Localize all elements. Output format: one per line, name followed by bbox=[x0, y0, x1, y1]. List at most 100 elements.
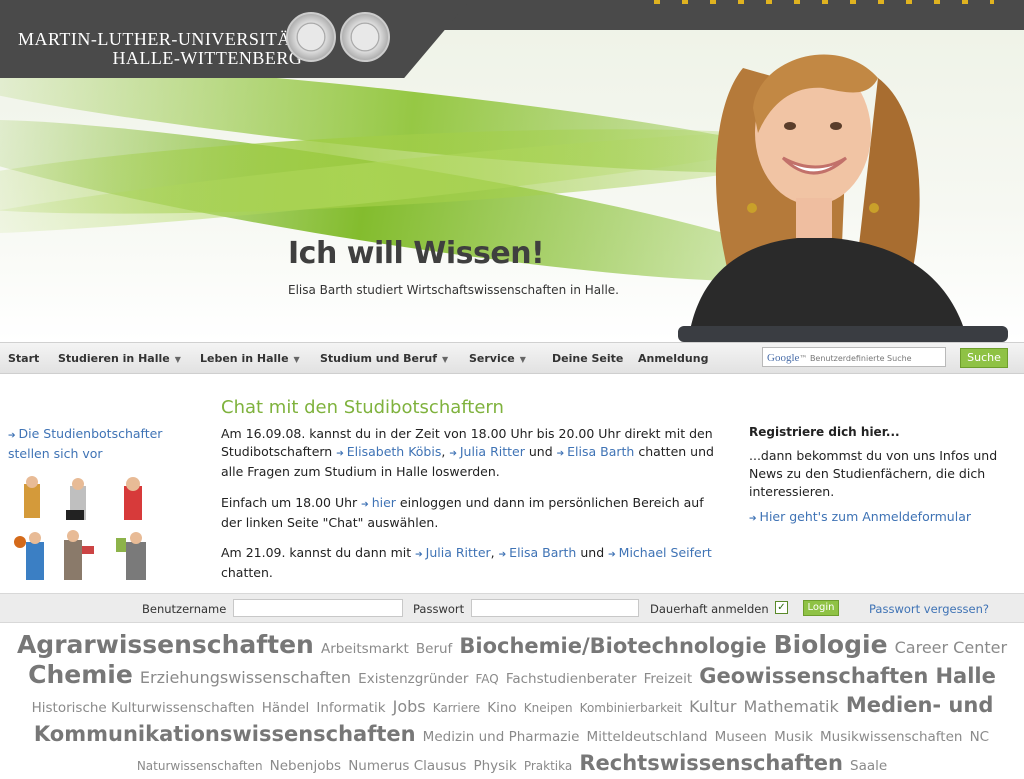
google-logo: Google bbox=[767, 352, 800, 364]
tag-link[interactable]: Historische Kulturwissenschaften bbox=[32, 700, 255, 716]
ambassador-figure bbox=[24, 476, 40, 518]
ambassador-figure bbox=[64, 530, 94, 580]
link-julia-ritter[interactable]: Julia Ritter bbox=[460, 444, 525, 459]
caret-down-icon: ▼ bbox=[519, 355, 526, 364]
search-placeholder: Benutzerdefinierte Suche bbox=[809, 354, 912, 363]
ambassadors-link[interactable]: ➔ Die Studienbotschafter stellen sich vor bbox=[8, 425, 198, 463]
ambassador-figure bbox=[66, 478, 86, 520]
search-button[interactable]: Suche bbox=[960, 348, 1008, 368]
ambassadors-photo-collage[interactable] bbox=[12, 476, 172, 586]
login-button[interactable]: Login bbox=[803, 600, 839, 616]
university-name-line1: MARTIN-LUTHER-UNIVERSITÄT bbox=[18, 29, 303, 49]
remember-checkbox[interactable]: ✓ bbox=[775, 601, 788, 614]
tag-link[interactable]: Rechtswissenschaften bbox=[579, 751, 843, 775]
register-text: ...dann bekommst du von uns Infos und Ne… bbox=[749, 448, 998, 499]
nav-item-start[interactable]: Start bbox=[8, 352, 39, 365]
tag-link[interactable]: Kultur bbox=[689, 697, 736, 716]
tag-link[interactable]: Saale bbox=[850, 758, 887, 774]
username-input[interactable] bbox=[233, 599, 403, 617]
chat-text: Am 21.09. kannst du dann mit bbox=[221, 545, 412, 560]
tag-link[interactable]: Mathematik bbox=[744, 697, 839, 716]
tag-link[interactable]: Biologie bbox=[774, 630, 888, 659]
arrow-right-icon: ➔ bbox=[498, 550, 507, 560]
tag-link[interactable]: Händel bbox=[262, 700, 310, 716]
university-logo-text[interactable]: MARTIN-LUTHER-UNIVERSITÄT HALLE-WITTENBE… bbox=[18, 30, 302, 68]
nav-item-studieren-in-halle[interactable]: Studieren in Halle ▼ bbox=[58, 352, 181, 365]
tag-link[interactable]: Musikwissenschaften bbox=[820, 729, 962, 745]
caret-down-icon: ▼ bbox=[174, 355, 181, 364]
tag-link[interactable]: Fachstudienberater bbox=[506, 671, 637, 687]
nav-item-anmeldung[interactable]: Anmeldung bbox=[638, 352, 708, 365]
tag-link[interactable]: Musik bbox=[774, 729, 813, 745]
caret-down-icon: ▼ bbox=[442, 355, 449, 364]
tag-link[interactable]: Physik bbox=[473, 758, 516, 774]
arrow-right-icon: ➔ bbox=[336, 449, 344, 459]
arrow-right-icon: ➔ bbox=[415, 550, 423, 560]
tag-link[interactable]: Biochemie/Biotechnologie bbox=[459, 634, 766, 658]
chat-paragraph-2: Einfach um 18.00 Uhr ➔ hier einloggen und… bbox=[221, 494, 726, 532]
tag-link[interactable]: Existenzgründer bbox=[358, 671, 468, 687]
link-michael-seifert[interactable]: Michael Seifert bbox=[619, 545, 712, 560]
tag-link[interactable]: Praktika bbox=[524, 759, 572, 773]
tag-link[interactable]: Karriere bbox=[433, 701, 480, 715]
chat-paragraph-3: Am 21.09. kannst du dann mit ➔ Julia Ritt… bbox=[221, 544, 726, 582]
arrow-right-icon: ➔ bbox=[449, 449, 457, 459]
ambassador-figure bbox=[116, 532, 146, 580]
nav-item-studium-und-beruf[interactable]: Studium und Beruf ▼ bbox=[320, 352, 448, 365]
tag-link[interactable]: Naturwissenschaften bbox=[137, 759, 263, 773]
ambassador-figure bbox=[14, 532, 44, 580]
caret-down-icon: ▼ bbox=[293, 355, 300, 364]
tag-link[interactable]: Numerus Clausus bbox=[348, 758, 466, 774]
tag-link[interactable]: Medizin und Pharmazie bbox=[423, 729, 580, 745]
nav-label: Studieren in Halle bbox=[58, 352, 170, 365]
tag-link[interactable]: Kino bbox=[487, 700, 516, 716]
chat-text: und bbox=[528, 444, 553, 459]
nav-label: Anmeldung bbox=[638, 352, 709, 365]
chat-text: Einfach um 18.00 Uhr bbox=[221, 495, 358, 510]
remember-label: Dauerhaft anmelden bbox=[650, 602, 769, 616]
tag-link[interactable]: Museen bbox=[715, 729, 767, 745]
tag-link[interactable]: Kneipen bbox=[524, 701, 573, 715]
arrow-right-icon: ➔ bbox=[608, 550, 616, 560]
link-elisa-barth[interactable]: Elisa Barth bbox=[509, 545, 576, 560]
tag-link[interactable]: Informatik bbox=[316, 700, 385, 716]
tag-link[interactable]: Arbeitsmarkt bbox=[321, 641, 409, 657]
nav-label: Deine Seite bbox=[552, 352, 624, 365]
tag-link[interactable]: Nebenjobs bbox=[270, 758, 341, 774]
tag-link[interactable]: Beruf bbox=[416, 641, 452, 657]
tag-link[interactable]: Chemie bbox=[28, 660, 133, 689]
ambassadors-link-text: Die Studienbotschafter stellen sich vor bbox=[8, 426, 163, 461]
link-julia-ritter[interactable]: Julia Ritter bbox=[426, 545, 491, 560]
nav-item-deine-seite[interactable]: Deine Seite bbox=[552, 352, 623, 365]
chat-paragraph-1: Am 16.09.08. kannst du in der Zeit von 1… bbox=[221, 425, 726, 481]
university-name-line2: HALLE-WITTENBERG bbox=[112, 48, 303, 68]
tag-link[interactable]: Jobs bbox=[393, 697, 426, 716]
tag-link[interactable]: NC bbox=[970, 729, 990, 745]
password-input[interactable] bbox=[471, 599, 639, 617]
tag-link[interactable]: Agrarwissenschaften bbox=[17, 630, 314, 659]
forgot-password-link[interactable]: Passwort vergessen? bbox=[869, 602, 989, 616]
tag-link[interactable]: Mitteldeutschland bbox=[587, 729, 708, 745]
hero-subtitle: Elisa Barth studiert Wirtschaftswissensc… bbox=[288, 283, 619, 297]
tag-link[interactable]: Geowissenschaften bbox=[699, 664, 928, 688]
link-elisa-barth[interactable]: Elisa Barth bbox=[567, 444, 634, 459]
chat-text: , bbox=[490, 545, 495, 560]
register-form-link[interactable]: ➔ Hier geht's zum Anmeldeformular bbox=[749, 509, 971, 524]
ambassador-figure bbox=[124, 477, 142, 520]
tag-link[interactable]: Erziehungswissenschaften bbox=[140, 668, 351, 687]
tag-link[interactable]: Halle bbox=[935, 664, 995, 688]
link-hier[interactable]: hier bbox=[372, 495, 396, 510]
tag-link[interactable]: Freizeit bbox=[644, 671, 693, 687]
nav-item-service[interactable]: Service ▼ bbox=[469, 352, 526, 365]
tag-link[interactable]: Career Center bbox=[895, 638, 1007, 657]
link-elisabeth-kobis[interactable]: Elisabeth Köbis bbox=[347, 444, 442, 459]
nav-label: Service bbox=[469, 352, 515, 365]
header-banner: MARTIN-LUTHER-UNIVERSITÄT HALLE-WITTENBE… bbox=[0, 0, 1024, 342]
search-input[interactable]: Google™ Benutzerdefinierte Suche bbox=[762, 347, 946, 367]
tag-cloud: Agrarwissenschaften Arbeitsmarkt Beruf B… bbox=[4, 632, 1020, 779]
nav-item-leben-in-halle[interactable]: Leben in Halle ▼ bbox=[200, 352, 300, 365]
student-portrait-image bbox=[678, 54, 1008, 342]
tag-link[interactable]: FAQ bbox=[475, 672, 498, 686]
chat-text: und bbox=[580, 545, 605, 560]
tag-link[interactable]: Kombinierbarkeit bbox=[580, 701, 682, 715]
